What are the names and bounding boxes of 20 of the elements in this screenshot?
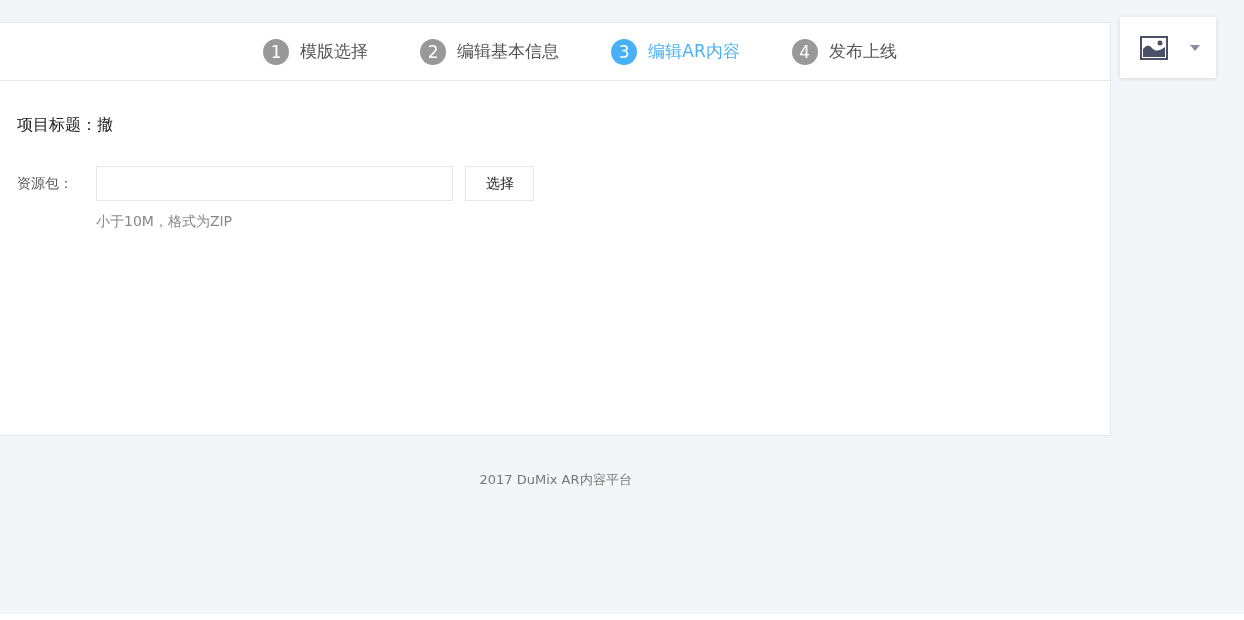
resource-hint: 小于10M，格式为ZIP — [96, 213, 234, 231]
footer-text: 2017 DuMix AR内容平台 — [478, 471, 633, 489]
step-number: 2 — [420, 38, 447, 65]
step-label: 模版选择 — [300, 40, 369, 63]
step-number: 1 — [263, 38, 290, 65]
caret-icon — [1190, 44, 1200, 51]
step-number: 4 — [791, 38, 818, 65]
step-tab[interactable]: 1 模版选择 — [263, 38, 369, 65]
resource-input-field[interactable] — [96, 166, 453, 201]
step-label: 编辑基本信息 — [457, 40, 560, 63]
image-icon — [1140, 35, 1168, 60]
image-dropdown[interactable] — [1120, 17, 1216, 78]
step-label: 发布上线 — [828, 40, 897, 63]
step-number: 3 — [611, 38, 638, 65]
choose-button[interactable]: 选择 — [465, 166, 534, 201]
step-tab[interactable]: 4 发布上线 — [791, 38, 897, 65]
resource-label: 资源包： — [17, 174, 74, 193]
step-tab[interactable]: 2 编辑基本信息 — [420, 38, 560, 65]
project-title: 项目标题：撤 — [17, 115, 114, 136]
step-label: 编辑AR内容 — [648, 40, 740, 63]
